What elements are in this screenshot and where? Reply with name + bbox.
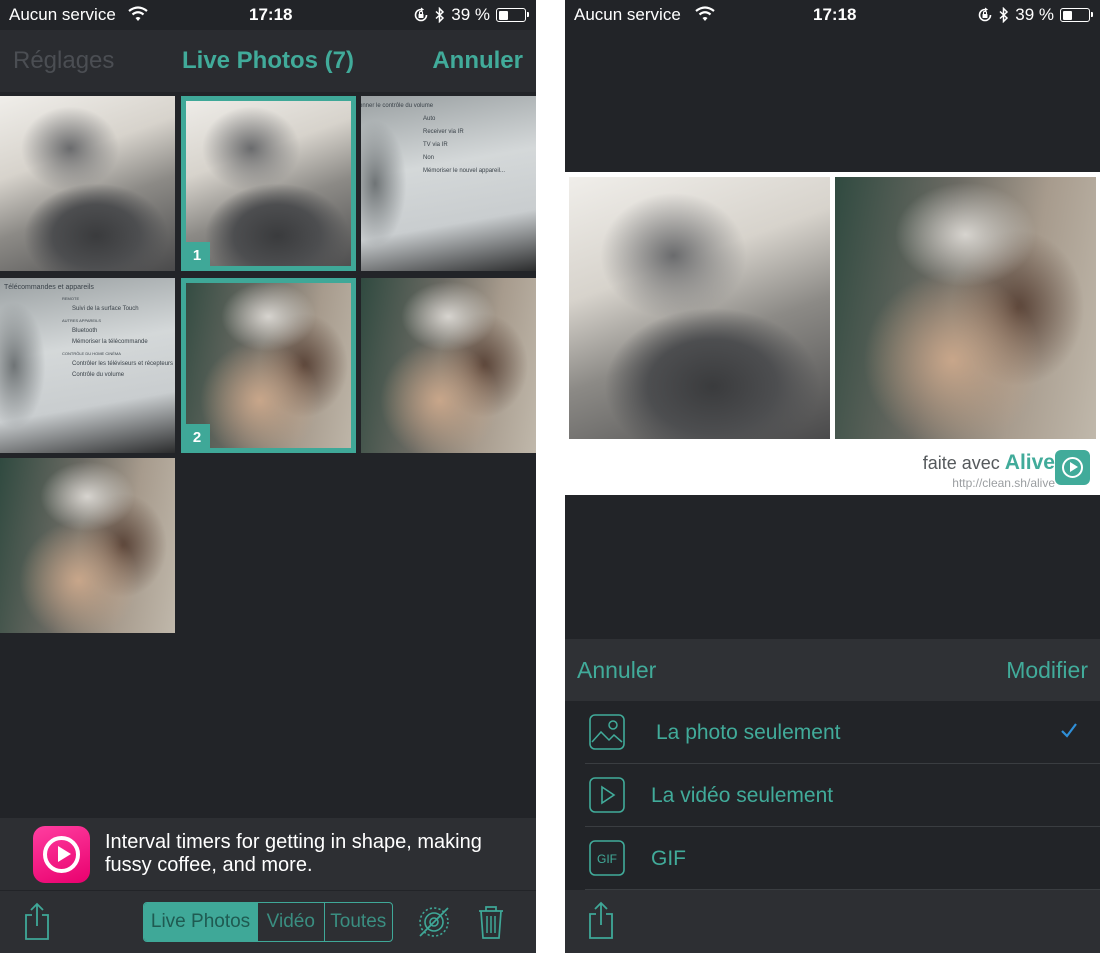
- option-label: GIF: [651, 847, 686, 870]
- option-gif[interactable]: GIF GIF: [585, 827, 1100, 890]
- share-icon[interactable]: [585, 900, 617, 940]
- photo-thumb[interactable]: [0, 96, 175, 271]
- segment-live-photos[interactable]: Live Photos: [144, 903, 259, 941]
- trash-icon[interactable]: [473, 904, 509, 940]
- ad-text: Interval timers for getting in shape, ma…: [105, 831, 482, 876]
- backdrop: [565, 30, 1100, 170]
- play-circle-icon: [33, 826, 90, 883]
- filter-segmented-control: Live Photos Vidéo Toutes: [143, 902, 393, 942]
- edit-button[interactable]: Modifier: [1006, 657, 1088, 684]
- segment-video[interactable]: Vidéo: [258, 903, 325, 941]
- brand-url: http://clean.sh/alive: [952, 476, 1055, 490]
- bluetooth-icon: [999, 7, 1009, 23]
- clock: 17:18: [249, 5, 293, 24]
- play-icon: [589, 777, 625, 813]
- rotation-lock-icon: [414, 7, 428, 22]
- option-photo-only[interactable]: La photo seulement: [585, 701, 1100, 764]
- selection-badge: 2: [184, 424, 210, 450]
- tv-menu-text: Sélectionner le contrôle du volume Auto …: [361, 103, 506, 174]
- photo-thumb-selected[interactable]: 1: [181, 96, 356, 271]
- cancel-button[interactable]: Annuler: [432, 47, 523, 75]
- checkmark-icon: [1061, 723, 1077, 738]
- alive-logo-icon: [1055, 450, 1090, 485]
- photo-grid: 1 Sélectionner le contrôle du volume Aut…: [0, 96, 536, 636]
- clock: 17:18: [813, 5, 857, 24]
- live-photos-screen: Aucun service 17:18 39 % Réglages Live P…: [0, 0, 536, 953]
- rotation-lock-icon: [978, 7, 992, 22]
- gif-icon: GIF: [589, 840, 625, 876]
- battery-percent: 39 %: [1015, 5, 1054, 24]
- collage-photo-cat: [569, 177, 830, 439]
- photo-thumb[interactable]: Télécommandes et appareils REMOTE Suivi …: [0, 278, 175, 453]
- option-label: La vidéo seulement: [651, 784, 834, 807]
- status-bar: Aucun service 17:18 39 %: [565, 0, 1100, 30]
- battery-icon: [496, 8, 529, 22]
- tv-menu-text: Télécommandes et appareils REMOTE Suivi …: [4, 284, 174, 378]
- photo-thumb-selected[interactable]: 2: [181, 278, 356, 453]
- brand-name: Alive: [1004, 451, 1055, 474]
- action-sheet-header: Annuler Modifier: [565, 639, 1100, 701]
- segment-all[interactable]: Toutes: [325, 903, 392, 941]
- live-off-icon[interactable]: [416, 904, 452, 940]
- photo-thumb[interactable]: Sélectionner le contrôle du volume Auto …: [361, 96, 536, 271]
- nav-bar: Réglages Live Photos (7) Annuler: [0, 30, 536, 92]
- bluetooth-icon: [435, 7, 445, 23]
- cancel-button[interactable]: Annuler: [577, 657, 656, 684]
- collage-preview: faite avec Alive http://clean.sh/alive: [565, 172, 1100, 495]
- selection-badge: 1: [184, 242, 210, 268]
- export-screen: Aucun service 17:18 39 % faite avec Aliv…: [565, 0, 1100, 953]
- carrier-label: Aucun service: [9, 5, 116, 24]
- photo-icon: [589, 714, 625, 750]
- photo-thumb[interactable]: [0, 458, 175, 633]
- bottom-toolbar: [565, 890, 1100, 953]
- credit-prefix: faite avec: [922, 453, 1000, 473]
- battery-icon: [1060, 8, 1093, 22]
- photo-thumb[interactable]: [361, 278, 536, 453]
- export-options-list: La photo seulement La vidéo seulement GI…: [565, 701, 1100, 890]
- option-video-only[interactable]: La vidéo seulement: [585, 764, 1100, 827]
- collage-photo-selfie: [835, 177, 1096, 439]
- wifi-icon: [695, 6, 715, 21]
- bottom-toolbar: Live Photos Vidéo Toutes: [0, 890, 536, 953]
- ad-banner[interactable]: Interval timers for getting in shape, ma…: [0, 818, 536, 890]
- svg-text:GIF: GIF: [597, 852, 617, 866]
- option-label: La photo seulement: [656, 721, 841, 744]
- status-bar: Aucun service 17:18 39 %: [0, 0, 536, 30]
- wifi-icon: [128, 6, 148, 21]
- share-icon[interactable]: [21, 901, 53, 941]
- watermark-credit: faite avec Alive http://clean.sh/alive: [923, 451, 1055, 490]
- carrier-label: Aucun service: [574, 5, 681, 24]
- battery-percent: 39 %: [451, 5, 490, 24]
